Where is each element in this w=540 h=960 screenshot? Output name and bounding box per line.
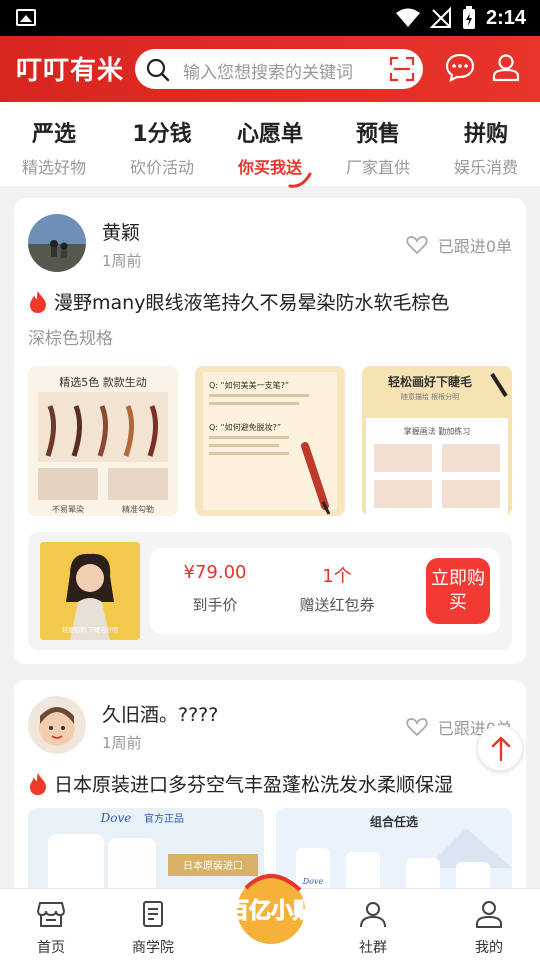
post-card[interactable]: 黄颖 1周前 已跟进0单 漫野many眼线液笔持久不易晕染防水软毛棕色 深棕色规… [14, 198, 526, 664]
tab-title: 预售 [355, 122, 400, 147]
tab-title: 拼购 [463, 122, 508, 147]
price-label: 到手价 [192, 596, 238, 614]
nav-home[interactable]: 首页 [11, 899, 91, 957]
image-caption: 轻松画好下睫毛 [388, 374, 472, 389]
message-icon[interactable] [445, 52, 475, 82]
brand-logo: 叮叮有米 [16, 56, 125, 86]
category-tabs: 严选 精选好物 1分钱 砍价活动 心愿单 你买我送 预售 厂家直供 拼购 娱乐消… [0, 102, 540, 188]
product-image[interactable]: 精选5色 款款生动 不易晕染 精准勾勒 [28, 366, 178, 516]
username: 黄颖 [102, 222, 141, 244]
heart-icon [406, 236, 428, 255]
battery-icon [462, 6, 475, 29]
nav-profile[interactable]: 我的 [449, 899, 529, 957]
post-title-text: 漫野many眼线液笔持久不易晕染防水软毛棕色 [54, 292, 450, 314]
follow-button[interactable]: 已跟进0单 [406, 233, 512, 257]
app-header: 叮叮有米 输入您想搜索的关键词 [0, 36, 540, 102]
product-image[interactable]: 轻松画好下睫毛 随意描绘 根根分明 掌握画法 勤加练习 [362, 366, 512, 516]
post-title-text: 日本原装进口多芬空气丰盈蓬松洗发水柔顺保湿 [54, 774, 454, 796]
follow-count: 已跟进0单 [437, 237, 512, 256]
profile-icon [476, 901, 502, 928]
image-footer: 精准勾勒 [122, 504, 154, 514]
image-tag: 官方正品 [144, 812, 184, 825]
post-title[interactable]: 日本原装进口多芬空气丰盈蓬松洗发水柔顺保湿 [28, 770, 518, 797]
image-footer: 不易晕染 [52, 504, 84, 514]
buy-now-button[interactable]: 立即购买 [426, 558, 490, 624]
tab-title: 心愿单 [236, 122, 303, 147]
status-bar: 2:14 [0, 0, 540, 36]
brand-text: Dove [100, 811, 132, 825]
logo-text: 百亿小贴 [227, 898, 315, 924]
tab-subtitle: 娱乐消费 [453, 158, 518, 177]
active-indicator [288, 172, 312, 188]
fire-icon [30, 772, 46, 795]
nav-label: 社群 [359, 940, 387, 956]
wifi-icon [395, 8, 420, 27]
image-caption: 组合任选 [370, 814, 418, 829]
gift-label: 赠送红包券 [299, 596, 375, 614]
post-time: 1周前 [102, 252, 142, 270]
tab-one-cent[interactable]: 1分钱 砍价活动 [108, 116, 216, 178]
post-title[interactable]: 漫野many眼线液笔持久不易晕染防水软毛棕色 [28, 288, 518, 315]
scan-icon[interactable] [389, 56, 415, 82]
username: 久旧酒。???? [102, 704, 219, 726]
avatar[interactable] [28, 214, 86, 272]
price-box: ¥79.00 到手价 1个 赠送红包券 立即购买 [150, 548, 500, 634]
fire-icon [30, 290, 46, 313]
image-band: 掌握画法 勤加练习 [404, 426, 471, 436]
product-thumbnail[interactable]: 轻盈勾勒 下睫毛分明 [40, 542, 140, 640]
spec-label: 深棕色规格 [28, 329, 113, 349]
tab-presale[interactable]: 预售 厂家直供 [324, 116, 432, 178]
search-input[interactable]: 输入您想搜索的关键词 [183, 58, 361, 83]
tab-yanxuan[interactable]: 严选 精选好物 [0, 116, 108, 178]
book-icon [143, 901, 163, 927]
search-icon [146, 58, 170, 82]
price-value: ¥79.00 [183, 562, 247, 583]
scroll-top-button[interactable] [477, 725, 523, 771]
thumbnail-text: 轻盈勾勒 下睫毛分明 [62, 626, 118, 634]
nav-label: 我的 [475, 940, 503, 956]
center-logo-button[interactable]: 百亿小贴 [216, 858, 326, 948]
user-icon[interactable] [491, 52, 521, 82]
gallery-icon [16, 9, 36, 26]
product-panel: 轻盈勾勒 下睫毛分明 ¥79.00 到手价 1个 赠送红包券 立即购买 [28, 532, 512, 650]
product-image[interactable]: Q: “如何美美一支笔?” Q: “如何避免脱妆?” [195, 366, 345, 516]
no-signal-icon [429, 7, 451, 28]
tab-subtitle: 砍价活动 [129, 158, 194, 177]
tab-subtitle: 精选好物 [21, 158, 86, 177]
avatar[interactable] [28, 696, 86, 754]
tab-group-buy[interactable]: 拼购 娱乐消费 [432, 116, 540, 178]
gift-count: 1个 [322, 566, 352, 587]
heart-icon [406, 718, 428, 737]
arrow-up-icon [491, 736, 511, 762]
search-bar[interactable]: 输入您想搜索的关键词 [135, 49, 423, 89]
image-text: Q: “如何避免脱妆?” [209, 422, 281, 432]
tab-subtitle: 厂家直供 [345, 158, 410, 177]
nav-label: 首页 [37, 940, 65, 956]
tab-wishlist[interactable]: 心愿单 你买我送 [216, 116, 324, 188]
image-subcaption: 随意描绘 根根分明 [401, 392, 459, 401]
nav-community[interactable]: 社群 [333, 899, 413, 957]
nav-academy[interactable]: 商学院 [113, 899, 193, 957]
nav-label: 商学院 [132, 940, 174, 956]
image-text: Q: “如何美美一支笔?” [209, 380, 289, 390]
clock: 2:14 [485, 6, 526, 29]
tab-title: 严选 [31, 122, 76, 147]
tab-title: 1分钱 [132, 122, 192, 147]
shop-icon [36, 902, 66, 927]
people-icon [360, 902, 386, 928]
image-caption: 精选5色 款款生动 [59, 375, 147, 389]
post-time: 1周前 [102, 734, 142, 752]
